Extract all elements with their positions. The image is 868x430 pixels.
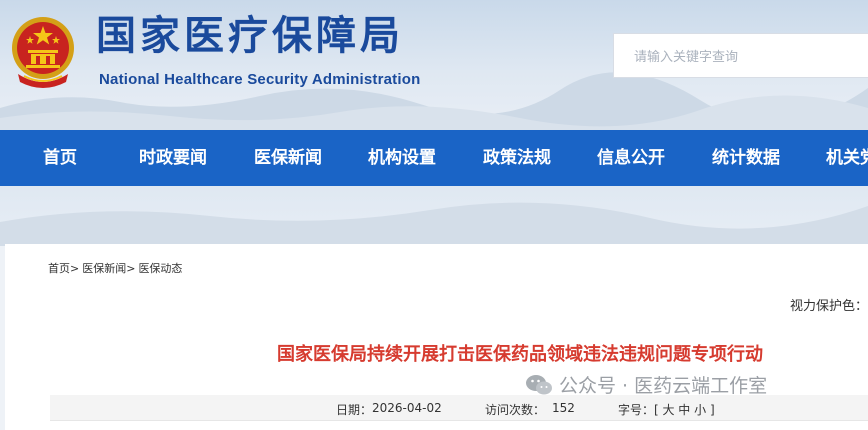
- article-date: 2026-04-02: [372, 401, 442, 415]
- breadcrumb-home[interactable]: 首页>: [48, 262, 79, 275]
- article-panel: 首页> 医保新闻> 医保动态 视力保护色： 国家医保局持续开展打击医保药品领域违法违…: [5, 244, 868, 430]
- breadcrumb: 首页> 医保新闻> 医保动态: [48, 260, 185, 276]
- decorative-band: [0, 186, 868, 246]
- site-header: 国家医疗保障局 National Healthcare Security Adm…: [0, 0, 868, 130]
- site-title-en[interactable]: National Healthcare Security Administrat…: [99, 71, 420, 88]
- watermark: 公众号 · 医药云端工作室: [525, 371, 767, 398]
- search-placeholder: 请输入关键字查询: [634, 50, 739, 65]
- nav-item-disclosure[interactable]: 信息公开: [597, 130, 665, 186]
- watermark-text: 公众号 · 医药云端工作室: [559, 375, 768, 397]
- mountain-band-background: [0, 202, 868, 246]
- nav-item-statistics[interactable]: 统计数据: [712, 130, 780, 186]
- nav-item-news[interactable]: 医保新闻: [254, 130, 322, 186]
- site-title-cn[interactable]: 国家医疗保障局: [96, 16, 404, 56]
- nav-item-home[interactable]: 首页: [43, 130, 77, 186]
- nav-item-policy[interactable]: 政策法规: [483, 130, 551, 186]
- breadcrumb-news[interactable]: 医保新闻>: [82, 262, 135, 275]
- wechat-icon: [526, 374, 552, 394]
- nav-item-party[interactable]: 机关党: [826, 130, 868, 186]
- date-label: 日期：: [336, 403, 373, 417]
- nav-item-organization[interactable]: 机构设置: [368, 130, 436, 186]
- view-count: 152: [552, 401, 575, 415]
- main-nav: 首页 时政要闻 医保新闻 机构设置 政策法规 信息公开 统计数据 机关党: [0, 130, 868, 186]
- eyecare-color-label: 视力保护色：: [790, 299, 868, 314]
- article-meta-bar: 日期： 2026-04-02 访问次数： 152 字号：[ 大 中 小 ]: [50, 395, 868, 421]
- nav-item-politics[interactable]: 时政要闻: [139, 130, 207, 186]
- font-size-selector[interactable]: 字号：[ 大 中 小 ]: [618, 401, 715, 418]
- article-title: 国家医保局持续开展打击医保药品领域违法违规问题专项行动: [277, 344, 763, 365]
- search-input[interactable]: 请输入关键字查询: [613, 33, 868, 78]
- national-emblem-icon: [12, 17, 74, 88]
- breadcrumb-dynamics[interactable]: 医保动态: [138, 262, 182, 275]
- views-label: 访问次数：: [485, 403, 546, 417]
